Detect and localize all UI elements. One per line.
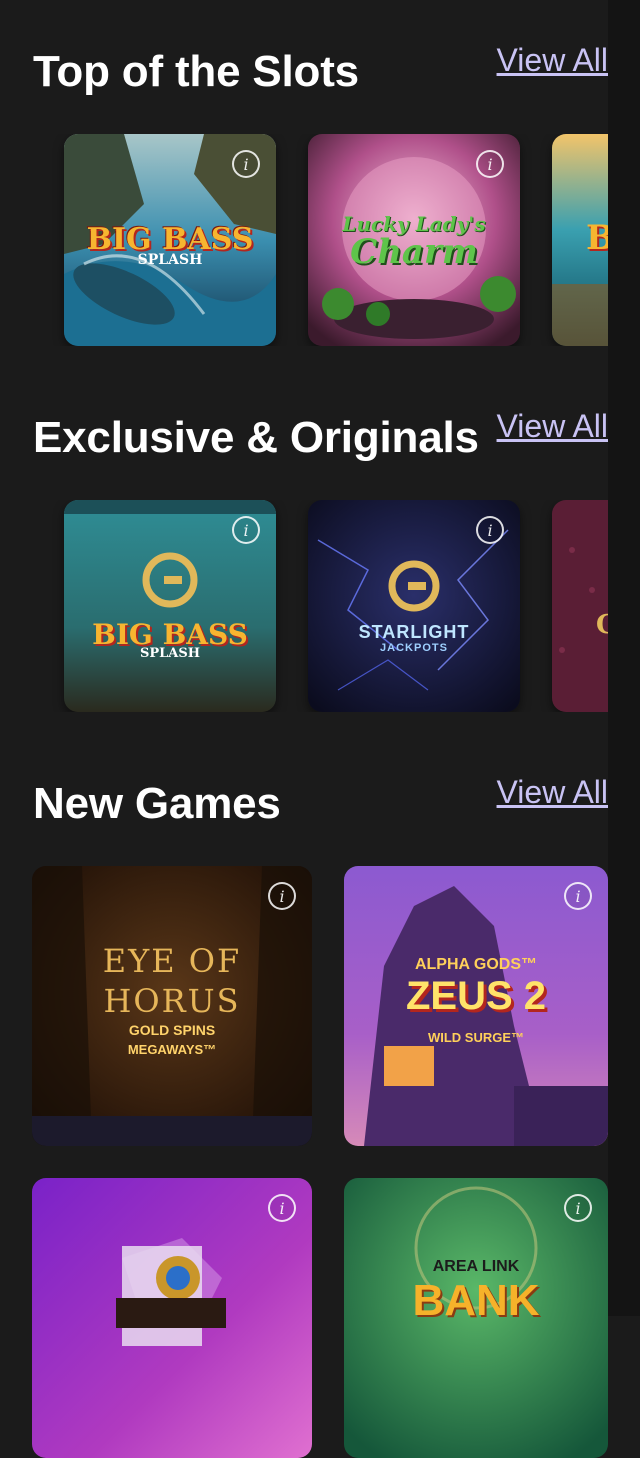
section-exclusives: Exclusive & Originals View All BIG BASS … [0,366,608,726]
games-carousel[interactable]: BIG BASS SPLASH i Lucky Lady's Charm i B [0,134,608,346]
info-icon[interactable]: i [268,1194,296,1222]
game-card-train[interactable]: i [32,1178,312,1458]
info-icon[interactable]: i [564,1194,592,1222]
section-title: Exclusive & Originals [33,413,479,462]
game-logo-main: ZEUS 2 [405,974,547,1018]
info-icon[interactable]: i [268,882,296,910]
game-logo: AREA LINK [432,1258,520,1275]
game-logo-main: Charm [350,232,478,272]
view-all-link[interactable]: View All [497,44,608,76]
game-logo-sub2: MEGAWAYS™ [127,1042,217,1057]
games-carousel[interactable]: BIG BASS SPLASH i STARLIGHT JACKPOTS i C [0,500,608,712]
game-card-big-bass-splash[interactable]: BIG BASS SPLASH i [64,134,276,346]
info-icon[interactable]: i [564,882,592,910]
game-logo-sub: WILD SURGE™ [427,1030,525,1045]
game-logo-main: BANK [412,1276,540,1325]
game-card-big-bass-splash-exclusive[interactable]: BIG BASS SPLASH i [64,500,276,712]
game-thumbnail [552,500,608,712]
info-icon[interactable]: i [232,516,260,544]
game-card-alpha-gods-zeus-2[interactable]: ALPHA GODS™ ZEUS 2 WILD SURGE™ i [344,866,608,1146]
game-card-partial[interactable]: B [552,134,608,346]
view-all-link[interactable]: View All [497,776,608,808]
section-title: Top of the Slots [33,47,359,96]
game-logo-main: HORUS [103,982,241,1020]
scrollbar-track[interactable] [608,0,640,1316]
section-title: New Games [33,779,281,828]
section-top-slots: Top of the Slots View All BIG BASS SPLAS… [0,0,608,360]
game-card-starlight-jackpots[interactable]: STARLIGHT JACKPOTS i [308,500,520,712]
game-logo: EYE OF [102,942,242,980]
game-logo-sub: GOLD SPINS [128,1022,216,1038]
game-logo-sub: JACKPOTS [380,642,448,654]
game-logo: C [596,610,608,640]
game-card-lucky-ladys-charm[interactable]: Lucky Lady's Charm i [308,134,520,346]
game-thumbnail [32,1178,312,1458]
game-logo-sub: SPLASH [139,646,201,661]
game-card-area-link-bank[interactable]: AREA LINK BANK i [344,1178,608,1458]
info-icon[interactable]: i [476,516,504,544]
game-logo: ALPHA GODS™ [414,956,538,973]
game-logo-sub: SPLASH [137,252,203,268]
game-card-partial[interactable]: C [552,500,608,712]
game-logo: B [586,218,608,258]
view-all-link[interactable]: View All [497,410,608,442]
section-new-games: New Games View All EYE OF HORUS GOLD SPI… [0,732,608,1458]
game-logo: STARLIGHT [358,622,470,642]
info-icon[interactable]: i [232,150,260,178]
game-card-eye-of-horus[interactable]: EYE OF HORUS GOLD SPINS MEGAWAYS™ i [32,866,312,1146]
info-icon[interactable]: i [476,150,504,178]
